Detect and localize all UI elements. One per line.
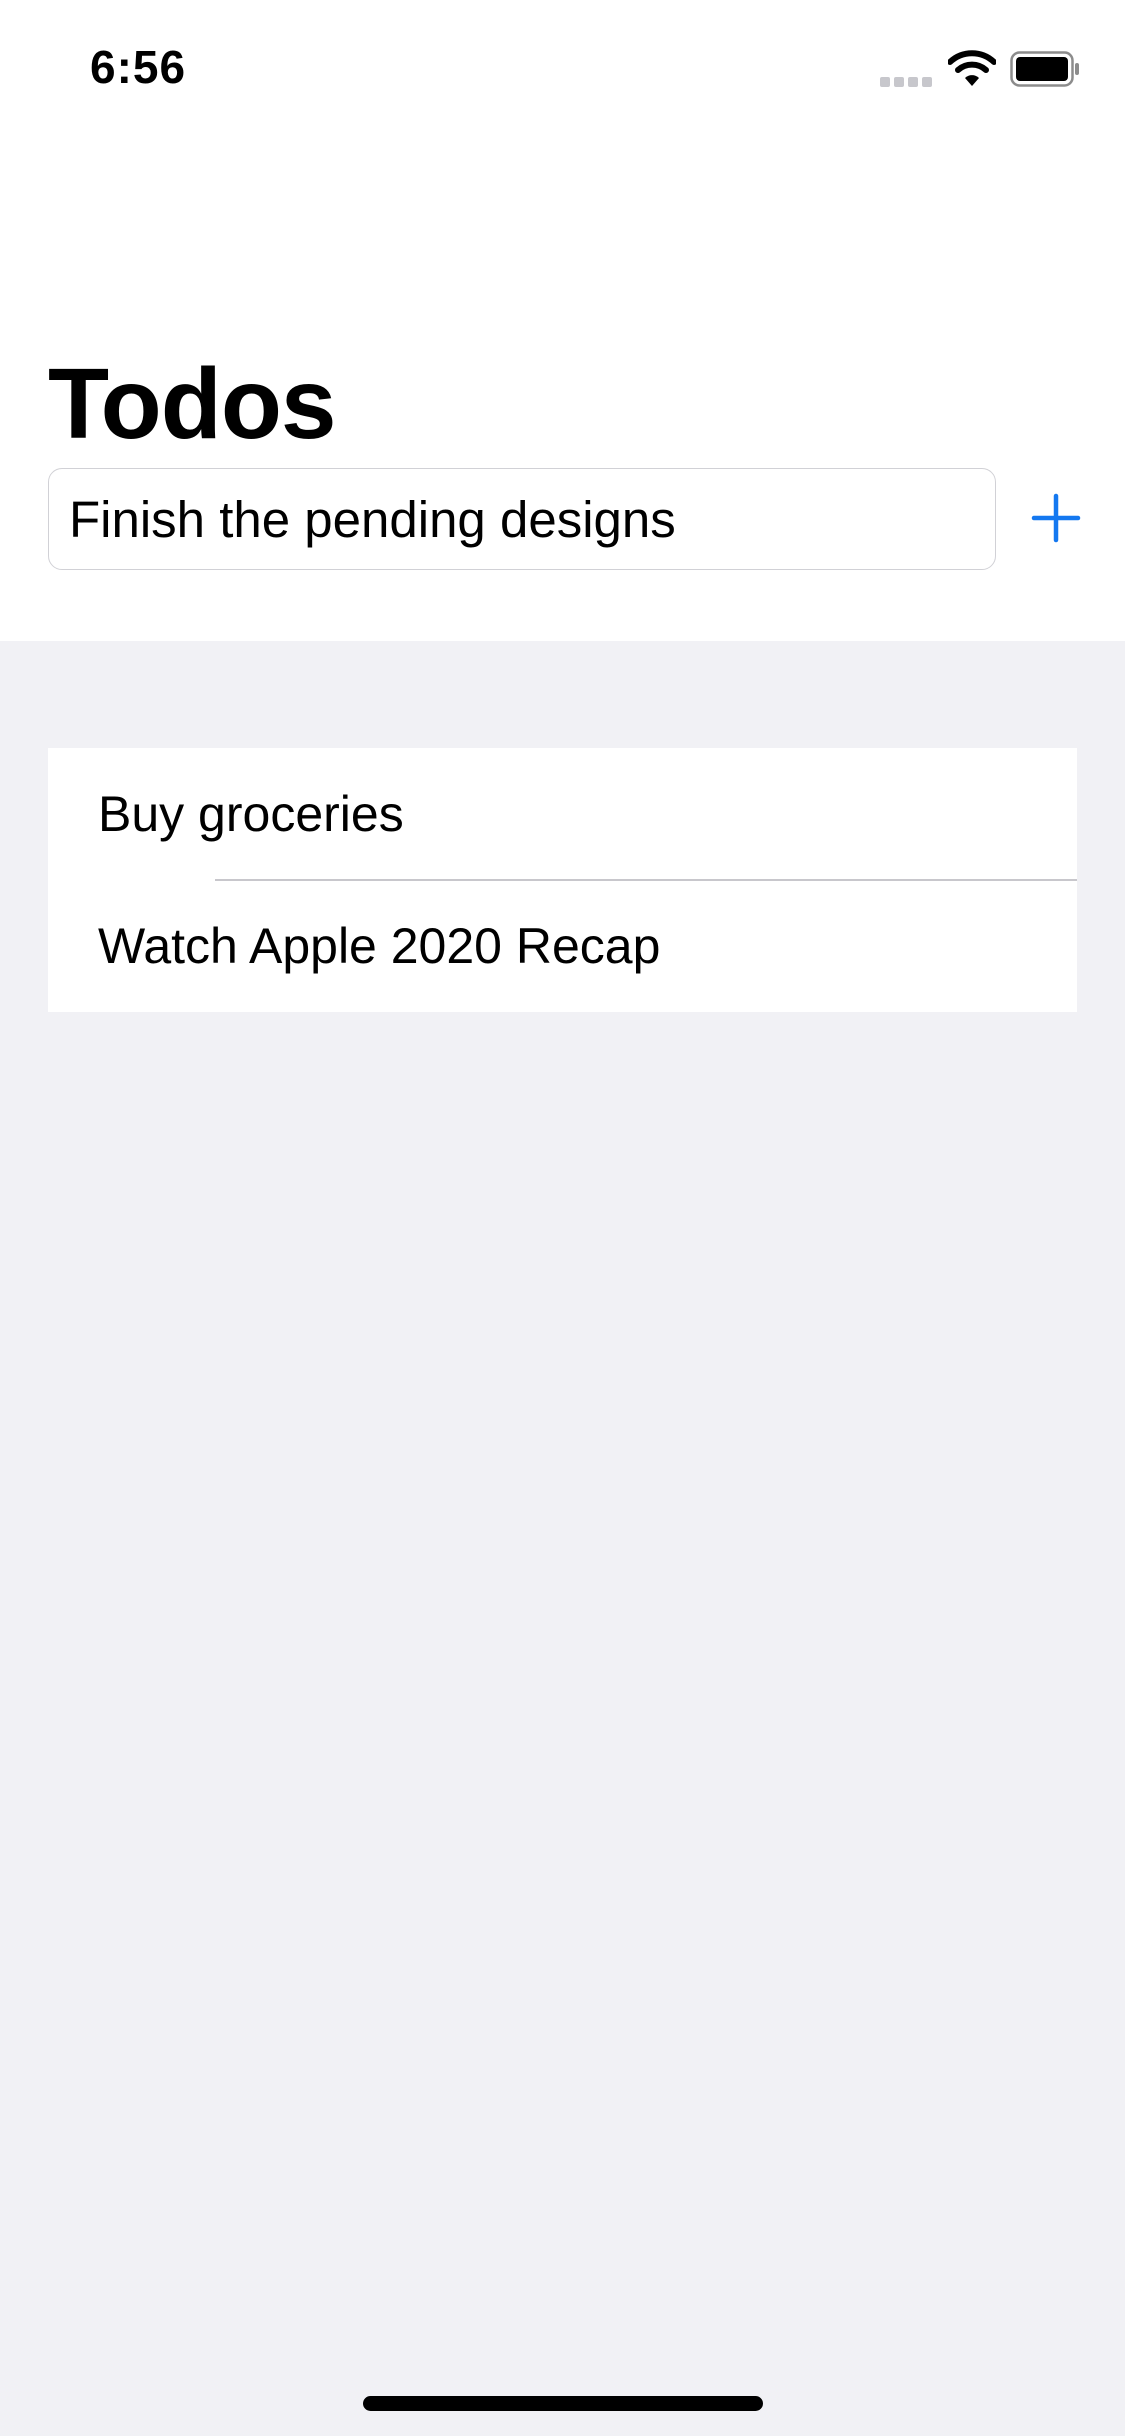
cellular-signal-icon [880, 77, 935, 87]
todo-item-label: Buy groceries [98, 786, 404, 842]
add-todo-button[interactable] [1030, 492, 1082, 544]
todo-item-label: Watch Apple 2020 Recap [98, 918, 661, 974]
header: 6:56 Todos [0, 0, 1125, 641]
wifi-icon [948, 50, 996, 86]
page-title: Todos [48, 348, 337, 460]
new-todo-input[interactable] [48, 468, 996, 570]
status-bar-time: 6:56 [90, 41, 187, 93]
todo-item[interactable]: Watch Apple 2020 Recap [48, 880, 1077, 1012]
todo-item[interactable]: Buy groceries [48, 748, 1077, 881]
todo-list: Buy groceries Watch Apple 2020 Recap [48, 748, 1077, 1012]
battery-icon [1010, 51, 1079, 87]
home-indicator[interactable] [363, 2396, 763, 2411]
plus-icon [1031, 493, 1081, 543]
